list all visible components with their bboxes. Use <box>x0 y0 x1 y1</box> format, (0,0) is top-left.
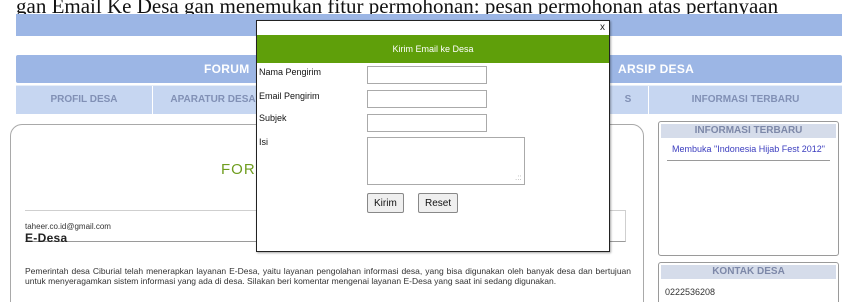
nav-item-informasi-terbaru[interactable]: INFORMASI TERBARU <box>649 86 842 114</box>
modal-title: Kirim Email ke Desa <box>257 35 609 63</box>
subject-input[interactable] <box>367 114 487 132</box>
resize-grip-icon[interactable]: .:: <box>515 173 522 182</box>
sender-name-label: Nama Pengirim <box>259 67 322 77</box>
sender-name-input[interactable] <box>367 66 487 84</box>
nav-item-hidden[interactable]: S <box>608 86 648 114</box>
reset-button[interactable]: Reset <box>418 193 459 213</box>
village-contact-panel: KONTAK DESA 0222536208 <box>658 262 839 302</box>
nav-title-forum[interactable]: FORUM <box>204 62 250 76</box>
latest-info-panel: INFORMASI TERBARU Membuka "Indonesia Hij… <box>658 121 839 256</box>
close-icon[interactable]: x <box>600 22 605 33</box>
page: gan Email Ke Desa gan menemukan fitur pe… <box>0 0 855 302</box>
latest-info-title: INFORMASI TERBARU <box>661 124 836 138</box>
nav-item-profil-desa[interactable]: PROFIL DESA <box>16 86 152 114</box>
sender-email-label: Email Pengirim <box>259 91 320 101</box>
email-modal: x Kirim Email ke Desa Nama Pengirim Emai… <box>256 20 610 252</box>
sender-email-input[interactable] <box>367 90 487 108</box>
post-description: Pemerintah desa Ciburial telah menerapka… <box>25 266 631 286</box>
nav-item-aparatur-desa[interactable]: APARATUR DESA <box>153 86 273 114</box>
post-title: E-Desa <box>25 231 68 245</box>
nav-title-arsip-desa[interactable]: ARSIP DESA <box>618 62 694 76</box>
subject-label: Subjek <box>259 113 287 123</box>
send-button[interactable]: Kirim <box>367 193 404 213</box>
village-contact-title: KONTAK DESA <box>661 265 836 279</box>
village-phone: 0222536208 <box>665 287 716 297</box>
latest-info-link[interactable]: Membuka "Indonesia Hijab Fest 2012" <box>667 144 830 161</box>
message-textarea[interactable] <box>367 137 525 185</box>
message-label: Isi <box>259 137 268 147</box>
post-author-email: taheer.co.id@gmail.com <box>25 222 111 231</box>
